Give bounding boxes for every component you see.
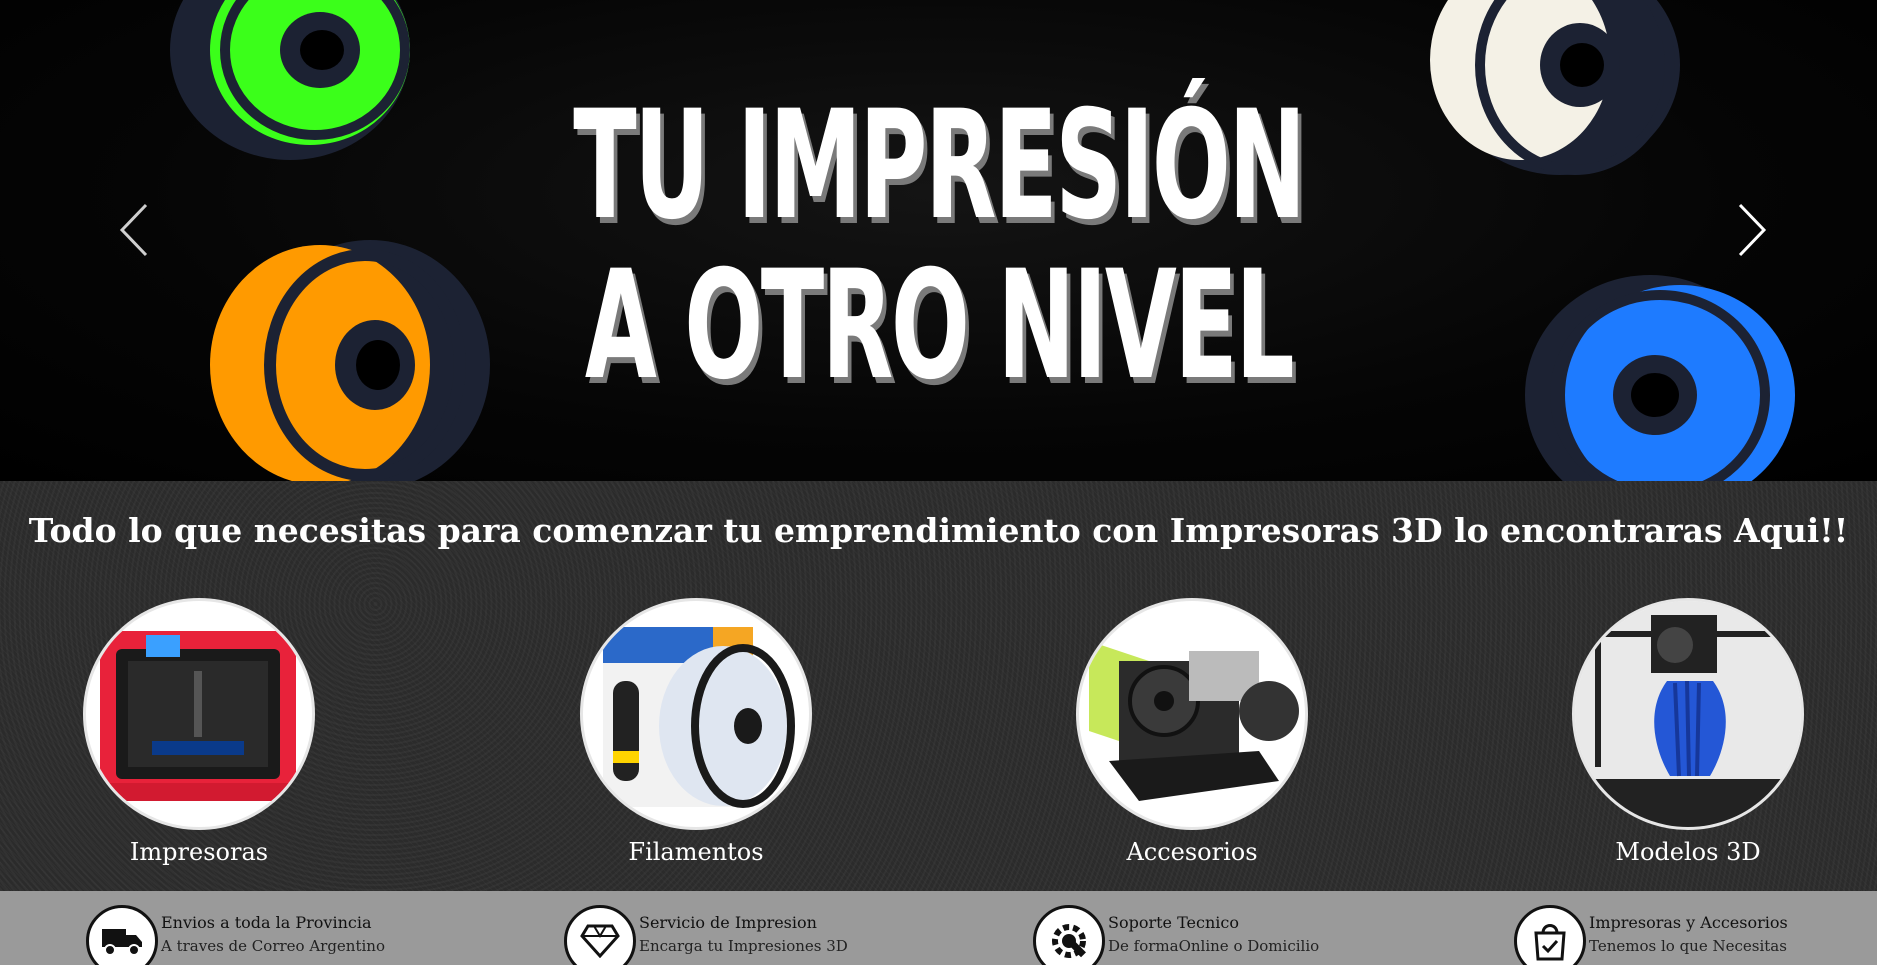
category-modelos-3d-label: Modelos 3D: [1615, 838, 1761, 866]
shopping-bag-check-icon: [1514, 905, 1586, 965]
features-bar: Envios a toda la Provincia A traves de C…: [0, 891, 1877, 965]
category-filamentos-label: Filamentos: [628, 838, 764, 866]
diamond-icon: [564, 905, 636, 965]
category-filamentos[interactable]: Filamentos: [576, 598, 816, 866]
chevron-right-icon: [1738, 203, 1767, 257]
category-impresoras-label: Impresoras: [129, 838, 269, 866]
hero-headline: TU IMPRESIÓN A OTRO NIVEL: [357, 86, 1521, 406]
category-accesorios-label: Accesorios: [1126, 838, 1258, 866]
carousel-next-button[interactable]: [1722, 190, 1782, 270]
gear-wrench-icon: [1033, 905, 1105, 965]
category-filamentos-image: [580, 598, 812, 830]
category-modelos-3d-image: [1572, 598, 1804, 830]
truck-icon: [86, 905, 158, 965]
category-accesorios-image: [1076, 598, 1308, 830]
feature-soporte-title: Soporte Tecnico: [1108, 913, 1239, 932]
blue-spool-image: [1525, 275, 1795, 481]
categories-section: Todo lo que necesitas para comenzar tu e…: [0, 481, 1877, 891]
hero-headline-line1: TU IMPRESIÓN: [573, 79, 1306, 253]
category-accesorios[interactable]: Accesorios: [1072, 598, 1312, 866]
feature-envios-title: Envios a toda la Provincia: [161, 913, 372, 932]
feature-servicio-subtitle: Encarga tu Impresiones 3D: [639, 937, 848, 955]
categories-heading: Todo lo que necesitas para comenzar tu e…: [28, 511, 1849, 550]
chevron-left-icon: [119, 203, 148, 257]
carousel-prev-button[interactable]: [104, 190, 164, 270]
feature-soporte-subtitle: De formaOnline o Domicilio: [1108, 937, 1320, 955]
feature-impresoras-accesorios-subtitle: Tenemos lo que Necesitas: [1589, 937, 1787, 955]
feature-envios-subtitle: A traves de Correo Argentino: [161, 937, 385, 955]
hero-banner: TU IMPRESIÓN A OTRO NIVEL: [0, 0, 1877, 481]
hero-headline-line2: A OTRO NIVEL: [584, 239, 1295, 413]
feature-servicio-title: Servicio de Impresion: [639, 913, 817, 932]
category-modelos-3d[interactable]: Modelos 3D: [1568, 598, 1808, 866]
feature-impresoras-accesorios-title: Impresoras y Accesorios: [1589, 913, 1788, 932]
category-impresoras[interactable]: Impresoras: [79, 598, 319, 866]
category-impresoras-image: [83, 598, 315, 830]
